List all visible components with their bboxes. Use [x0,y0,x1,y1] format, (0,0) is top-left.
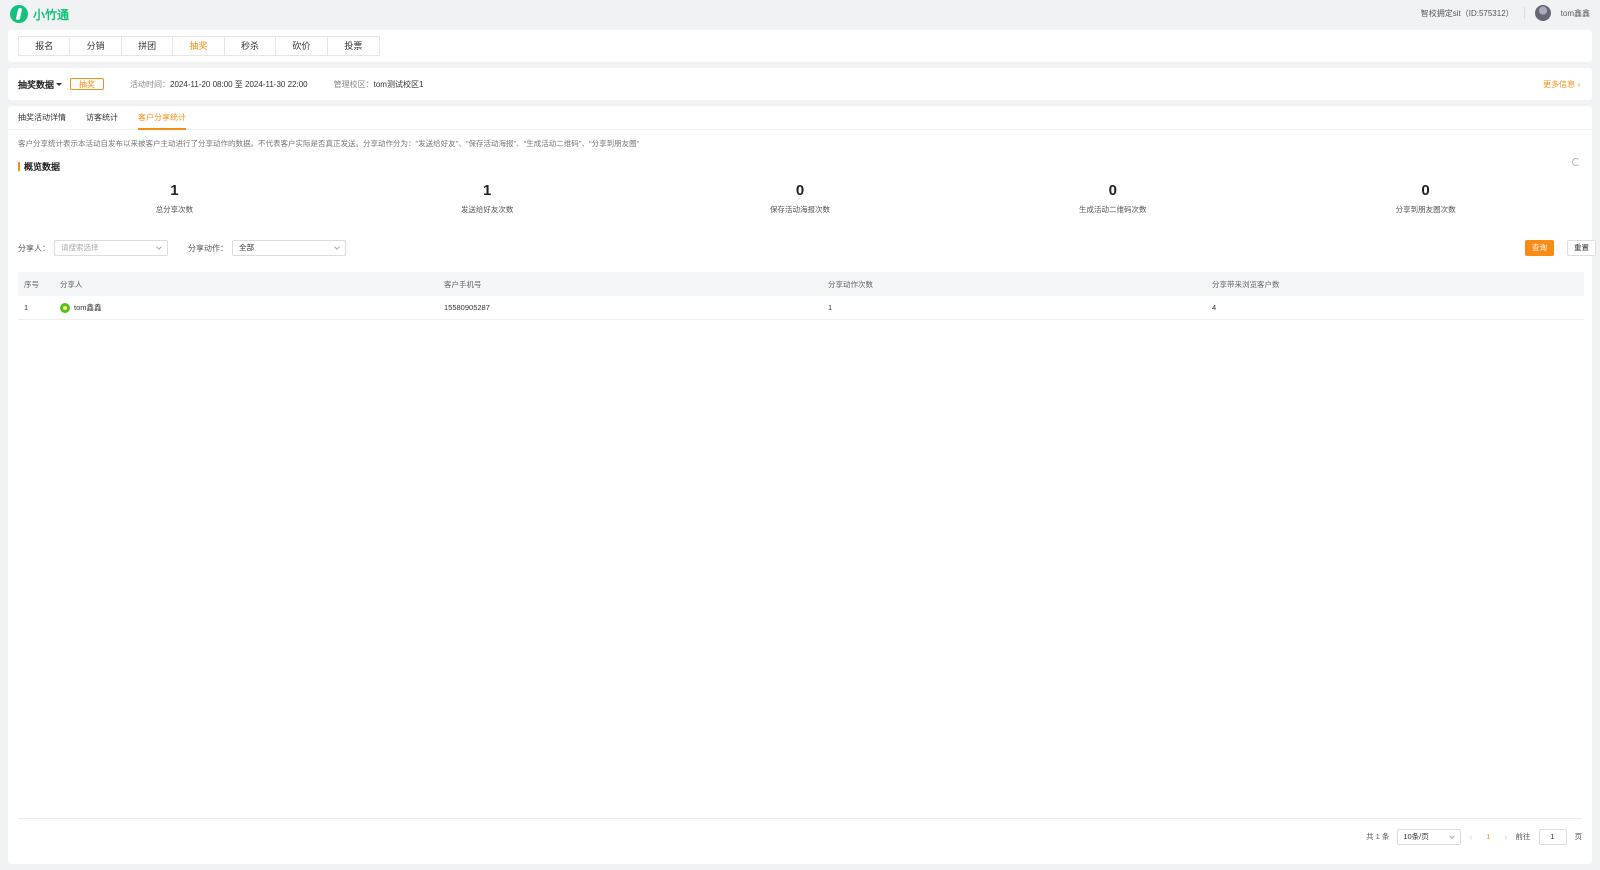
caret-down-icon [56,82,63,86]
sharer-name: tom鑫鑫 [74,303,102,312]
logo[interactable]: 小竹通 [10,5,69,23]
tab-lottery-details[interactable]: 抽奖活动详情 [18,106,66,129]
stat-label: 发送给好友次数 [460,205,514,214]
tab-customer-share-stats[interactable]: 客户分享统计 [138,106,186,130]
tab-visitor-stats[interactable]: 访客统计 [86,106,118,129]
tab-vote[interactable]: 投票 [328,37,379,55]
next-page-icon[interactable]: › [1505,832,1508,842]
top-bar: 小竹通 智校拥定sit（ID:575312） tom鑫鑫 [0,0,1600,28]
overview-stats: 1 总分享次数 1 发送给好友次数 0 保存活动海报次数 0 生成活动二维码次数… [18,182,1582,215]
stat-label: 总分享次数 [155,205,194,214]
stat-value: 0 [795,182,805,199]
chevron-right-icon: › [1577,79,1580,89]
user-area: 智校拥定sit（ID:575312） tom鑫鑫 [1421,5,1590,21]
stat-moments: 0 分享到朋友圈次数 [1269,182,1582,215]
page-number[interactable]: 1 [1480,832,1496,841]
tab-group-buy[interactable]: 拼团 [122,37,174,55]
goto-page-input[interactable]: 1 [1538,828,1567,845]
overview-title: 概览数据 [24,162,61,172]
header-phone: 客户手机号 [444,279,482,289]
avatar[interactable] [1534,5,1551,21]
campus: 管理校区：tom测试校区1 [334,79,424,90]
school-name[interactable]: 智校拥定sit（ID:575312） [1421,8,1514,19]
page-size-value: 10条/页 [1403,831,1429,841]
chevron-down-icon [156,244,162,250]
chevron-down-icon [334,244,340,250]
table-row: 1 tom鑫鑫 15580905287 1 4 [18,296,1584,320]
activity-type-badge: 抽奖 [70,78,105,90]
sharer-select[interactable]: 请搜索选择 [54,240,168,256]
header-visitor-count: 分享带来浏览客户数 [1212,279,1280,289]
stat-value: 0 [1421,182,1430,199]
stat-value: 1 [483,182,492,199]
reset-button[interactable]: 重置 [1567,240,1596,256]
action-select-value: 全部 [239,243,254,252]
stat-value: 0 [1108,182,1117,199]
prev-page-icon[interactable]: ‹ [1469,832,1472,842]
activity-info-panel: 抽奖数据 抽奖 活动时间：2024-11-20 08:00 至 2024-11-… [8,68,1592,100]
action-select[interactable]: 全部 [232,240,346,256]
campus-label: 管理校区： [333,79,374,89]
stat-send-to-friend: 1 发送给好友次数 [331,182,644,215]
filter-bar: 分享人： 请搜索选择 分享动作： 全部 查询 重置 [18,240,1596,256]
tab-signup[interactable]: 报名 [19,37,71,55]
logo-icon [10,5,28,23]
stat-label: 生成活动二维码次数 [1079,205,1147,214]
overview-section-title: 概览数据 [18,160,60,173]
cell-visitor-count: 4 [1212,303,1217,312]
goto-label: 前往 [1515,832,1531,841]
total-count: 共 1 条 [1365,832,1390,841]
campus-value: tom测试校区1 [373,79,424,89]
stat-label: 保存活动海报次数 [769,205,830,214]
sharer-filter-label: 分享人： [18,243,50,253]
activity-time-value: 2024-11-20 08:00 至 2024-11-30 22:00 [170,79,308,89]
header-sharer: 分享人 [60,279,83,289]
stat-qrcode: 0 生成活动二维码次数 [956,182,1269,215]
share-stats-description: 客户分享统计表示本活动自发布以来被客户主动进行了分享动作的数据。不代表客户实际是… [18,139,640,148]
more-info-link[interactable]: 更多信息 › [1543,79,1580,90]
cell-phone: 15580905287 [444,303,490,312]
data-type-dropdown[interactable]: 抽奖数据 [18,78,63,91]
refresh-icon[interactable] [1572,158,1580,166]
activity-time: 活动时间：2024-11-20 08:00 至 2024-11-30 22:00 [130,79,308,90]
tab-lottery[interactable]: 抽奖 [173,37,225,55]
main-panel: 抽奖活动详情 访客统计 客户分享统计 客户分享统计表示本活动自发布以来被客户主动… [8,106,1596,864]
section-marker [18,162,20,171]
activity-tabs: 报名 分销 拼团 抽奖 秒杀 砍价 投票 [18,36,380,56]
query-button[interactable]: 查询 [1525,240,1554,256]
divider [1523,7,1525,19]
cell-action-count: 1 [828,303,833,312]
stat-save-poster: 0 保存活动海报次数 [644,182,957,215]
tab-flash-sale[interactable]: 秒杀 [225,37,277,55]
tab-distribution[interactable]: 分销 [70,37,122,55]
header-action-count: 分享动作次数 [828,279,873,289]
pagination: 共 1 条 10条/页 ‹ 1 › 前往 1 页 [18,818,1582,854]
user-name[interactable]: tom鑫鑫 [1561,8,1590,19]
sharer-select-placeholder: 请搜索选择 [61,243,99,252]
stat-total-shares: 1 总分享次数 [18,182,331,215]
share-table: 序号 分享人 客户手机号 分享动作次数 分享带来浏览客户数 1 tom鑫鑫 15… [18,272,1584,320]
table-header: 序号 分享人 客户手机号 分享动作次数 分享带来浏览客户数 [18,272,1584,296]
activity-time-label: 活动时间： [130,79,171,89]
cell-sharer: tom鑫鑫 [54,302,438,313]
stat-value: 1 [170,182,179,199]
data-type-label: 抽奖数据 [18,79,55,90]
chevron-down-icon [1449,832,1456,839]
activity-nav-panel: 报名 分销 拼团 抽奖 秒杀 砍价 投票 [8,30,1592,62]
cell-index: 1 [24,303,29,312]
stat-label: 分享到朋友圈次数 [1395,205,1456,214]
tab-bargain[interactable]: 砍价 [276,37,328,55]
action-filter-label: 分享动作： [188,243,228,253]
sharer-avatar-icon [60,302,70,313]
page-suffix: 页 [1574,832,1583,841]
page-size-select[interactable]: 10条/页 [1397,828,1462,845]
sub-tabs: 抽奖活动详情 访客统计 客户分享统计 [8,106,1592,130]
logo-text: 小竹通 [33,7,70,22]
more-info-label: 更多信息 [1543,79,1576,89]
header-index: 序号 [24,279,39,289]
